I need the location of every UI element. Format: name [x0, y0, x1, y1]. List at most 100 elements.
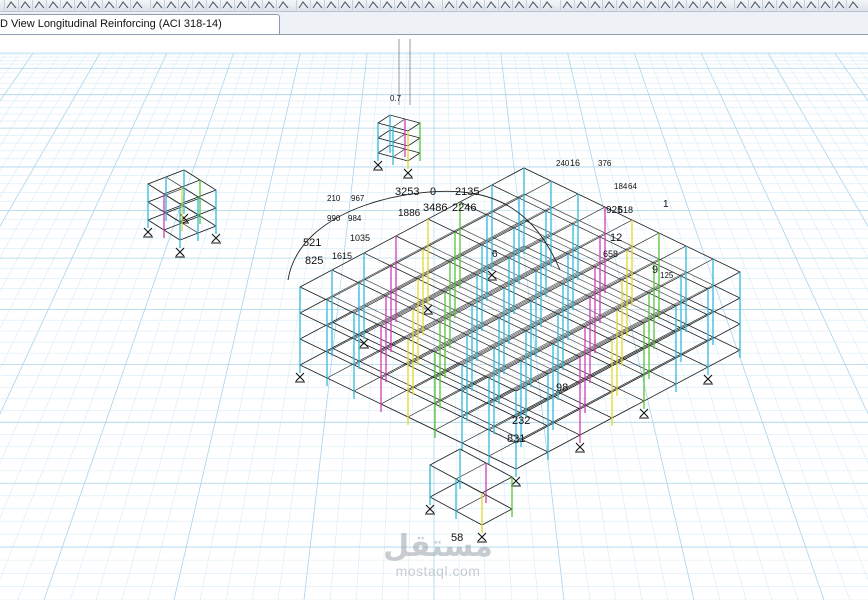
display-icon[interactable] [408, 0, 422, 10]
model-viewport[interactable]: 0.7 16 240 376 3253 0 2135 210 967 3486 2246 184 64 9… [0, 35, 868, 600]
grid-line [303, 52, 368, 600]
design-icon[interactable] [422, 0, 436, 10]
design-label: 98 [556, 382, 568, 394]
release-icon[interactable] [526, 0, 540, 10]
rebar-icon[interactable] [220, 0, 234, 10]
select-icon[interactable] [616, 0, 630, 10]
assign-icon[interactable] [206, 0, 220, 10]
select-icon[interactable] [32, 0, 46, 10]
draw-arrow-icon[interactable] [602, 0, 616, 10]
design-icon[interactable] [130, 0, 144, 10]
snap-icon[interactable] [484, 0, 498, 10]
assign-icon[interactable] [60, 0, 74, 10]
draw-arrow-icon[interactable] [748, 0, 762, 10]
design-label: 0 [430, 186, 436, 198]
snap-icon[interactable] [630, 0, 644, 10]
grid-line [0, 52, 128, 293]
rebar-icon[interactable] [366, 0, 380, 10]
design-label: 64 [628, 182, 637, 191]
grid-line [794, 52, 868, 172]
design-label: 521 [303, 237, 321, 249]
grid-icon[interactable] [102, 0, 116, 10]
assign-icon[interactable] [790, 0, 804, 10]
design-label: 3486 [423, 202, 447, 214]
grid-line [767, 52, 868, 227]
snap-icon[interactable] [776, 0, 790, 10]
draw-frame-icon[interactable] [588, 0, 602, 10]
assign-icon[interactable] [352, 0, 366, 10]
snap-icon[interactable] [338, 0, 352, 10]
toolbar [0, 0, 868, 12]
grid-line [0, 52, 154, 370]
display-icon[interactable] [700, 0, 714, 10]
draw-frame-icon[interactable] [150, 0, 164, 10]
grid-line [225, 52, 328, 600]
display-icon[interactable] [846, 0, 860, 10]
assign-icon[interactable] [644, 0, 658, 10]
grid-line [0, 52, 21, 82]
grid-line [17, 52, 221, 600]
display-icon[interactable] [262, 0, 276, 10]
release-icon[interactable] [234, 0, 248, 10]
grid-line [620, 52, 799, 600]
design-label: 984 [348, 214, 362, 223]
grid-line [714, 52, 868, 370]
tab-bar: D View Longitudinal Reinforcing (ACI 318… [0, 12, 868, 35]
rebar-icon[interactable] [74, 0, 88, 10]
grid-icon[interactable] [248, 0, 262, 10]
design-label: 9 [652, 264, 658, 276]
design-label: 618 [618, 205, 633, 215]
draw-arrow-icon[interactable] [456, 0, 470, 10]
release-icon[interactable] [818, 0, 832, 10]
select-icon[interactable] [324, 0, 338, 10]
design-icon[interactable] [714, 0, 728, 10]
pin-support-icon [403, 168, 413, 179]
grid-line [0, 52, 74, 172]
release-icon[interactable] [672, 0, 686, 10]
display-icon[interactable] [560, 0, 574, 10]
3d-model-canvas[interactable]: 0.716240 3763253 0 2135210 9673486 2246184 649… [0, 35, 868, 600]
draw-arrow-icon[interactable] [164, 0, 178, 10]
grid-line [0, 52, 101, 227]
draw-arrow-icon[interactable] [18, 0, 32, 10]
design-icon[interactable] [276, 0, 290, 10]
grid-icon[interactable] [686, 0, 700, 10]
grid-line [121, 52, 274, 600]
snap-icon[interactable] [46, 0, 60, 10]
rebar-icon[interactable] [804, 0, 818, 10]
roof-penthouse-beam[interactable] [392, 148, 406, 158]
design-label: 6 [492, 249, 498, 260]
select-icon[interactable] [178, 0, 192, 10]
select-icon[interactable] [762, 0, 776, 10]
release-icon[interactable] [88, 0, 102, 10]
design-icon[interactable] [574, 0, 588, 10]
draw-frame-icon[interactable] [4, 0, 18, 10]
design-label: 0.7 [390, 94, 402, 103]
rebar-icon[interactable] [658, 0, 672, 10]
draw-frame-icon[interactable] [442, 0, 456, 10]
structural-model[interactable] [143, 39, 741, 543]
draw-frame-icon[interactable] [296, 0, 310, 10]
tab-3d-view[interactable]: D View Longitudinal Reinforcing (ACI 318… [0, 14, 280, 34]
assign-icon[interactable] [498, 0, 512, 10]
design-label: 1615 [332, 251, 352, 261]
select-icon[interactable] [470, 0, 484, 10]
grid-line [807, 52, 868, 147]
design-label: 12 [610, 232, 622, 244]
snap-icon[interactable] [192, 0, 206, 10]
draw-arrow-icon[interactable] [310, 0, 324, 10]
grid-icon[interactable] [540, 0, 554, 10]
grid-icon[interactable] [832, 0, 846, 10]
rebar-icon[interactable] [512, 0, 526, 10]
grid-line [834, 52, 868, 102]
draw-frame-icon[interactable] [734, 0, 748, 10]
pin-support-icon [295, 372, 305, 383]
release-icon[interactable] [380, 0, 394, 10]
design-label: 2246 [452, 202, 476, 214]
grid-icon[interactable] [394, 0, 408, 10]
grid-line [0, 52, 61, 147]
display-icon[interactable] [116, 0, 130, 10]
design-label: 184 [614, 182, 628, 191]
pin-support-icon [575, 442, 585, 453]
grid-line [740, 52, 868, 293]
